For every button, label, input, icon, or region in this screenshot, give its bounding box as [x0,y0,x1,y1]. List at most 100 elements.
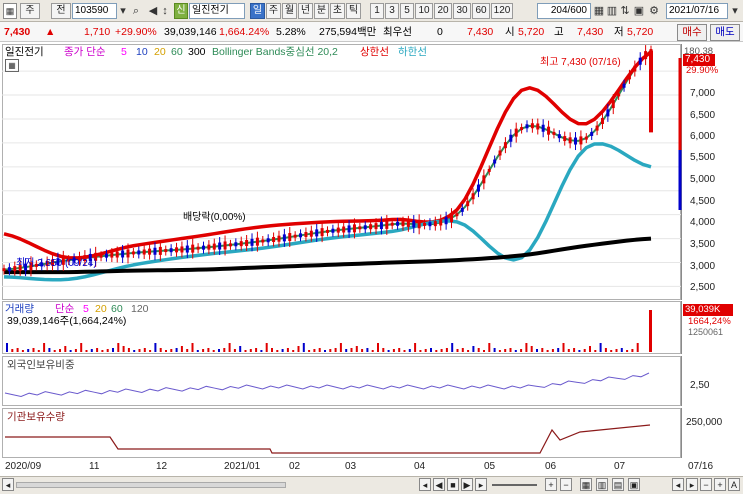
candles-icon[interactable]: ▤ [612,478,624,491]
institution-holding-line [5,424,651,454]
volume-bar [520,349,523,352]
candle-body [304,232,308,238]
volume-title: 거래량 [5,303,34,315]
candle-body [261,239,265,243]
candle-body [358,226,362,230]
layout-icon[interactable]: ▣ [628,478,640,491]
candle-body [374,223,378,230]
volume-bar [212,350,215,352]
candle-body [482,175,486,184]
candle-body [406,220,410,227]
candle-body [272,236,276,242]
volume-bar [324,350,326,352]
fit-icon[interactable]: ▸ [686,478,698,491]
scroll-left-icon[interactable]: ◂ [2,478,14,491]
volume-bar [228,343,231,352]
series-line [3,49,652,271]
panel-settings-icon[interactable]: ▦ [5,59,19,72]
candle-body [218,242,222,250]
auto-icon[interactable]: A [728,478,740,491]
price-axis-tick: 3,500 [690,239,716,250]
candle-body [627,74,631,80]
grid-icon[interactable]: ▦ [580,478,592,491]
volume-bar [149,350,152,352]
volume-bar [488,343,491,352]
volume-bar [472,346,475,352]
candle-body [439,219,443,226]
volume-bar [615,349,618,352]
play-icon[interactable]: ▶ [461,478,473,491]
volume-bar [355,346,358,352]
candle-body [212,243,216,250]
candle-body [315,229,319,237]
volume-bar [387,350,390,352]
volume-spike-bar [649,310,652,352]
minus-icon[interactable]: − [700,478,712,491]
candle-body [99,254,103,258]
scroll-start-icon[interactable]: ◂ [672,478,684,491]
volume-bar [339,343,342,352]
volume-bar [133,350,136,352]
candle-body [282,234,286,242]
legend-stock-name: 일진전기 [5,46,44,58]
plus-icon[interactable]: + [714,478,726,491]
volume-bar [106,349,109,352]
volume-bar [244,350,247,352]
volume-bar [43,343,46,352]
volume-ma-5: 5 [83,303,89,315]
volume-bar [573,348,576,352]
volume-ma-60: 60 [111,303,123,315]
volume-bar [546,350,549,352]
candle-body [617,93,621,97]
institution-axis-tick: 250,000 [686,417,723,428]
legend-ma-300: 300 [188,46,206,58]
institution-title: 기관보유수량 [7,411,65,423]
volume-bar [440,349,443,352]
volume-bar [207,348,210,352]
legend-lower-band: 하한선 [398,46,427,58]
candle-body [104,253,108,258]
volume-bar [196,350,199,352]
x-axis-label: 07/16 [688,461,714,472]
candle-body [450,214,454,223]
candle-body [600,118,604,125]
price-axis-tick: 2,500 [690,282,716,293]
volume-bar [85,350,88,352]
candle-body [412,220,416,228]
low-annotation: 최저 2,650 (09/24) [16,258,97,269]
stop-icon[interactable]: ■ [447,478,459,491]
candle-body [590,131,594,136]
price-axis-tick: 5,500 [690,152,716,163]
volume-bar [498,350,501,352]
volume-bar [392,349,395,352]
bars-icon[interactable]: ▥ [596,478,608,491]
zoom-in-icon[interactable]: + [545,478,557,491]
candle-body [207,244,211,250]
candle-body [547,126,551,135]
zoom-slider[interactable] [492,484,537,486]
legend-ma-60: 60 [171,46,183,58]
price-axis-tick: 7,000 [690,88,716,99]
x-axis-label: 06 [545,461,557,472]
candle-body [185,245,189,253]
high-annotation: 최고 7,430 (07/16) [540,57,621,68]
skip-first-icon[interactable]: ◂ [419,478,431,491]
volume-bar [461,348,464,352]
volume-bar [371,350,374,352]
candle-body [584,136,588,140]
legend-upper-band: 상한선 [360,46,389,58]
skip-last-icon[interactable]: ▸ [475,478,487,491]
candle-body [299,233,303,238]
candle-body [196,246,200,250]
candle-body [288,233,292,242]
candle-body [309,230,313,237]
volume-bar [483,350,485,352]
volume-bar [48,348,51,352]
scrollbar-track[interactable] [16,482,286,488]
play-back-icon[interactable]: ◀ [433,478,445,491]
zoom-out-icon[interactable]: − [560,478,572,491]
candle-body [622,83,626,88]
candle-body [563,136,567,142]
volume-bar [6,343,8,352]
volume-bar [557,348,560,352]
